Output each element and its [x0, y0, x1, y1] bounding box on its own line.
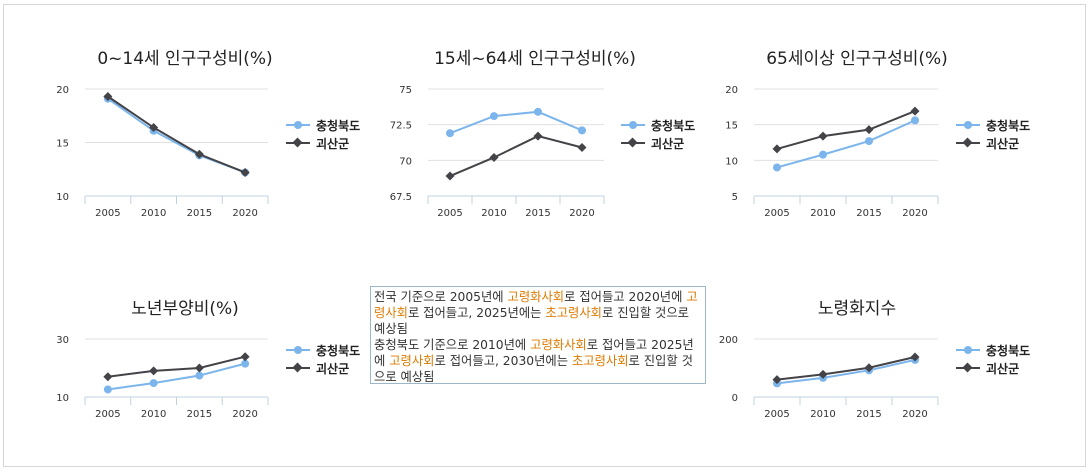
legend: 충청북도 괴산군 — [954, 341, 1030, 377]
chart-plot: 0 200 2005 2010 2015 2020 — [719, 335, 939, 420]
chart-aging-index: 노령화지수 0 200 2005 2010 2015 2020 충청북도 괴산군 — [0, 0, 1091, 476]
x-tick-label: 2005 — [764, 409, 789, 420]
y-tick-label: 200 — [719, 335, 738, 346]
x-tick-label: 2010 — [810, 409, 835, 420]
x-tick-label: 2020 — [902, 409, 927, 420]
y-tick-label: 0 — [732, 393, 738, 404]
series-line-2 — [776, 356, 916, 381]
x-tick-label: 2015 — [856, 409, 881, 420]
legend-label: 괴산군 — [986, 361, 1020, 376]
legend-label: 충청북도 — [986, 343, 1031, 358]
legend-item-series2[interactable]: 괴산군 — [954, 359, 1030, 377]
legend-item-series1[interactable]: 충청북도 — [954, 341, 1030, 359]
